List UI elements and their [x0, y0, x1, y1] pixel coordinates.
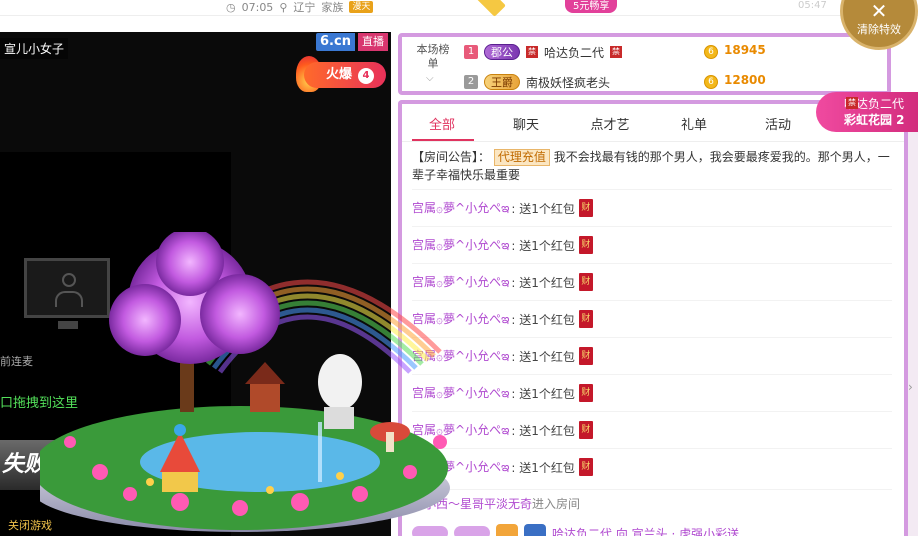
message-text: : 送1个红包 [511, 460, 575, 475]
active-tab-indicator [412, 139, 474, 141]
noble-title-badge: 王爵 [484, 74, 520, 90]
rank-score: 12800 [724, 73, 766, 87]
gift-notice-gift: 彩虹花园 2 [844, 113, 905, 127]
ranking-row[interactable]: 1 郡公 禁 哈达负二代 禁 [464, 42, 623, 62]
red-envelope-icon[interactable]: 财 [578, 347, 593, 365]
top-status-strip: ◷ 07:05 ⚲ 辽宁 家族 漫天 5元畅享 05:47 [0, 0, 918, 17]
clock-icon: ◷ [226, 0, 236, 14]
message-text: : 送1个红包 [511, 275, 575, 290]
promo-button[interactable]: 5元畅享 [565, 0, 618, 13]
chat-message: 宫属۞夢^小允ぺఇ : 送1个红包 财 [412, 263, 892, 300]
message-sender[interactable]: 宫属۞夢^小允ぺఇ [412, 458, 509, 477]
chat-message: 宫属۞夢^小允ぺఇ : 送1个红包 财 [412, 374, 892, 411]
rank-score: 18945 [724, 43, 766, 57]
message-sender[interactable]: 宫属۞夢^小允ぺఇ [412, 199, 509, 218]
red-envelope-icon[interactable]: 财 [578, 199, 593, 217]
hot-count: 4 [358, 68, 375, 84]
live-badge: 直播 [358, 33, 388, 51]
hot-badge[interactable]: 火爆 4 [304, 62, 386, 88]
message-sender[interactable]: 宫属۞夢^小允ぺఇ [412, 236, 509, 255]
enter-text: 进入房间 [532, 497, 581, 511]
chat-message: 宫属۞夢^小允ぺఇ : 送1个红包 财 [412, 226, 892, 263]
message-text: : 送1个红包 [511, 238, 575, 253]
faint-time: 05:47 [798, 0, 827, 11]
room-meta: ◷ 07:05 ⚲ 辽宁 家族 漫天 [226, 0, 374, 14]
noble-badge [454, 526, 490, 536]
chat-message: 宫属۞夢^小允ぺఇ : 送1个红包 财 [412, 448, 892, 485]
message-sender[interactable]: 宫属۞夢^小允ぺఇ [412, 273, 509, 292]
ranking-panel: 本场榜单 ⌵ 1 郡公 禁 哈达负二代 禁 6 18945 2 王爵 南极妖怪疯… [398, 33, 891, 95]
level-badge [412, 526, 448, 536]
ban-tag-icon: 禁 [610, 46, 623, 58]
shield-icon [524, 524, 546, 536]
video-player[interactable]: 宣儿小女子 6.cn 直播 火爆 4 前连麦 口拖拽到这里 失败 关闭游戏 [0, 32, 391, 536]
gift-message-row: 哈达负二代 向 宣兰头 · 虎强小彩送 [412, 524, 892, 536]
message-sender[interactable]: 宫属۞夢^小允ぺఇ [412, 384, 509, 403]
message-text: : 送1个红包 [511, 349, 575, 364]
message-text: : 送1个红包 [511, 386, 575, 401]
red-envelope-icon[interactable]: 财 [578, 421, 593, 439]
message-sender[interactable]: 宫属۞夢^小允ぺఇ [412, 347, 509, 366]
rank-index: 2 [464, 75, 478, 89]
ban-tag: 禁 [526, 46, 538, 58]
noble-title-badge: 郡公 [484, 44, 520, 60]
rank-index: 1 [464, 45, 478, 59]
message-sender[interactable]: 宫属۞夢^小允ぺఇ [412, 421, 509, 440]
red-envelope-icon[interactable]: 财 [578, 236, 593, 254]
coin-icon: 6 [704, 75, 718, 89]
ban-tag: 禁 [846, 97, 858, 109]
location-pin-icon: ⚲ [279, 0, 288, 14]
coin-icon: 6 [704, 45, 718, 59]
chevron-down-icon[interactable]: ⌵ [426, 73, 434, 84]
clear-effects-label: 清除特效 [857, 23, 901, 36]
tab-activity[interactable]: 活动 [748, 114, 808, 133]
ranking-label[interactable]: 本场榜单 [416, 43, 450, 71]
monitor-user-icon[interactable] [24, 258, 110, 318]
site-logo: 6.cn [316, 33, 355, 51]
message-text: : 送1个红包 [511, 201, 575, 216]
ranking-row[interactable]: 2 王爵 南极妖怪疯老头 [464, 72, 610, 92]
room-time: 07:05 [241, 0, 274, 14]
tab-gift-list[interactable]: 礼单 [664, 114, 724, 133]
drag-hint: 口拖拽到这里 [0, 396, 79, 411]
enter-room-message: 小小西～星哥平淡无奇 进入房间 [412, 489, 892, 517]
gift-message-text: 哈达负二代 向 宣兰头 · 虎强小彩送 [552, 526, 740, 536]
family-badge[interactable]: 漫天 [349, 1, 374, 13]
close-game-link[interactable]: 关闭游戏 [8, 517, 52, 533]
tab-chat[interactable]: 聊天 [496, 114, 556, 133]
hot-label: 火爆 [326, 67, 353, 82]
family-label: 家族 [321, 1, 344, 14]
gift-notice-banner[interactable]: 禁 哈达负二代 彩虹花园 2 [816, 92, 918, 132]
rank-user-name[interactable]: 哈达负二代 [544, 44, 604, 61]
lianmai-label[interactable]: 前连麦 [0, 353, 33, 369]
enter-user-name[interactable]: 小小西～星哥平淡无奇 [412, 495, 532, 512]
red-envelope-icon[interactable]: 财 [578, 458, 593, 476]
agent-recharge-link[interactable]: 代理充值 [493, 149, 550, 166]
tab-talent[interactable]: 点才艺 [580, 114, 640, 133]
expand-arrow-icon[interactable]: › [908, 380, 913, 394]
room-announcement: 【房间公告】： 代理充值 我不会找最有钱的那个男人，我会要最疼爱我的。那个男人，… [412, 148, 892, 184]
message-text: : 送1个红包 [511, 312, 575, 327]
chat-panel: 全部 聊天 点才艺 礼单 活动 【房间公告】： 代理充值 我不会找最有钱的那个男… [398, 100, 908, 536]
medal-icon [496, 524, 518, 536]
red-envelope-icon[interactable]: 财 [578, 384, 593, 402]
chat-message: 宫属۞夢^小允ぺఇ : 送1个红包 财 [412, 411, 892, 448]
announcement-prefix: 【房间公告】： [412, 150, 491, 164]
chat-message: 宫属۞夢^小允ぺఇ : 送1个红包 财 [412, 300, 892, 337]
close-x-icon: ✕ [870, 0, 888, 23]
message-sender[interactable]: 宫属۞夢^小允ぺఇ [412, 310, 509, 329]
game-fail-banner: 失败 [0, 440, 80, 490]
room-title: 宣儿小女子 [0, 38, 69, 59]
chat-message: 宫属۞夢^小允ぺఇ : 送1个红包 财 [412, 337, 892, 374]
tab-all[interactable]: 全部 [412, 114, 472, 133]
monitor-stand [58, 321, 78, 329]
red-envelope-icon[interactable]: 财 [578, 273, 593, 291]
red-envelope-icon[interactable]: 财 [578, 310, 593, 328]
message-text: : 送1个红包 [511, 423, 575, 438]
chat-message: 宫属۞夢^小允ぺఇ : 送1个红包 财 [412, 189, 892, 226]
heart-icon[interactable] [476, 0, 506, 17]
rank-user-name[interactable]: 南极妖怪疯老头 [526, 74, 610, 91]
room-location: 辽宁 [293, 1, 316, 14]
